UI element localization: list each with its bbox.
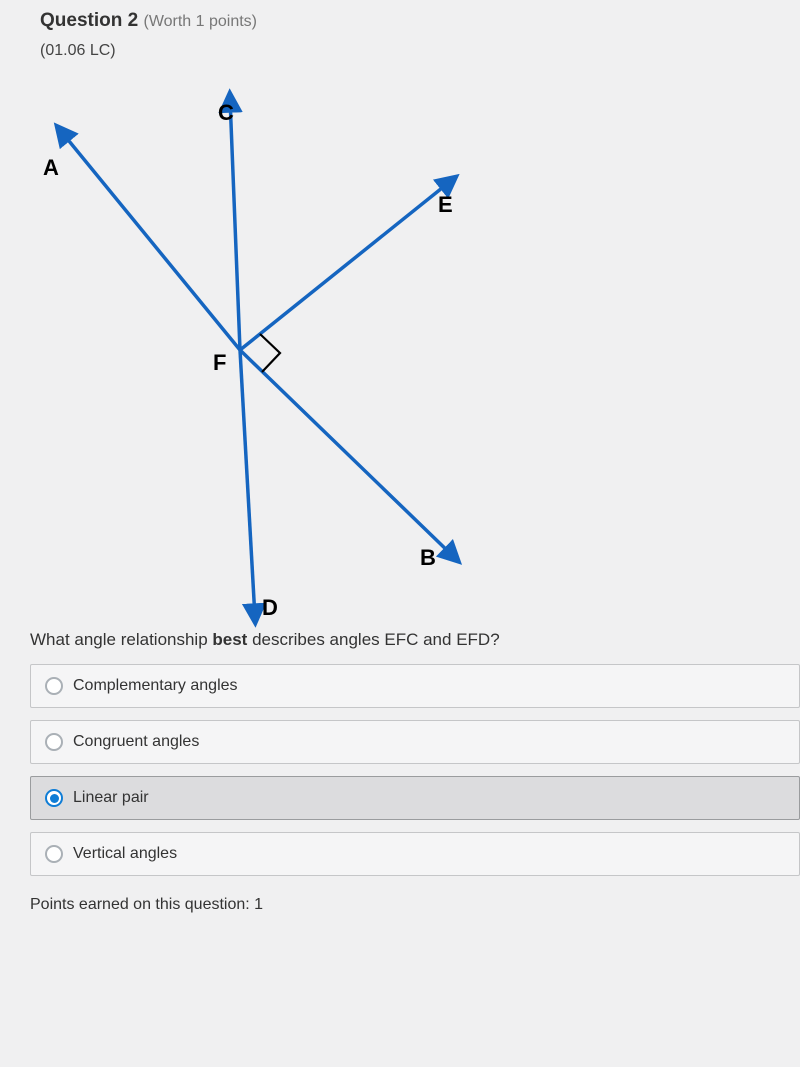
label-C: C bbox=[218, 100, 234, 125]
question-header: Question 2 (Worth 1 points) (01.06 LC) bbox=[0, 10, 800, 70]
question-label: Question bbox=[40, 10, 122, 31]
radio-icon bbox=[45, 789, 63, 807]
label-A: A bbox=[43, 155, 59, 180]
geometry-diagram: A C E B D F bbox=[0, 70, 800, 630]
question-title: Question 2 (Worth 1 points) bbox=[40, 10, 760, 32]
points-earned: Points earned on this question: 1 bbox=[0, 888, 800, 914]
prompt-prefix: What angle relationship bbox=[30, 630, 212, 649]
answer-option-3[interactable]: Vertical angles bbox=[30, 832, 800, 876]
label-F: F bbox=[213, 350, 226, 375]
prompt-suffix: describes angles EFC and EFD? bbox=[247, 630, 499, 649]
question-prompt: What angle relationship best describes a… bbox=[0, 630, 800, 664]
answer-option-1[interactable]: Congruent angles bbox=[30, 720, 800, 764]
radio-icon bbox=[45, 845, 63, 863]
answer-label: Vertical angles bbox=[73, 845, 177, 863]
answer-label: Complementary angles bbox=[73, 677, 238, 695]
question-code: (01.06 LC) bbox=[40, 42, 760, 60]
radio-icon bbox=[45, 677, 63, 695]
radio-icon bbox=[45, 733, 63, 751]
question-worth: (Worth 1 points) bbox=[143, 13, 257, 30]
answer-option-2[interactable]: Linear pair bbox=[30, 776, 800, 820]
prompt-emph: best bbox=[212, 630, 247, 649]
question-number: 2 bbox=[128, 10, 139, 31]
answer-label: Linear pair bbox=[73, 789, 149, 807]
answer-option-0[interactable]: Complementary angles bbox=[30, 664, 800, 708]
answer-list: Complementary angles Congruent angles Li… bbox=[0, 664, 800, 876]
label-D: D bbox=[262, 595, 278, 620]
label-E: E bbox=[438, 192, 453, 217]
label-B: B bbox=[420, 545, 436, 570]
answer-label: Congruent angles bbox=[73, 733, 199, 751]
